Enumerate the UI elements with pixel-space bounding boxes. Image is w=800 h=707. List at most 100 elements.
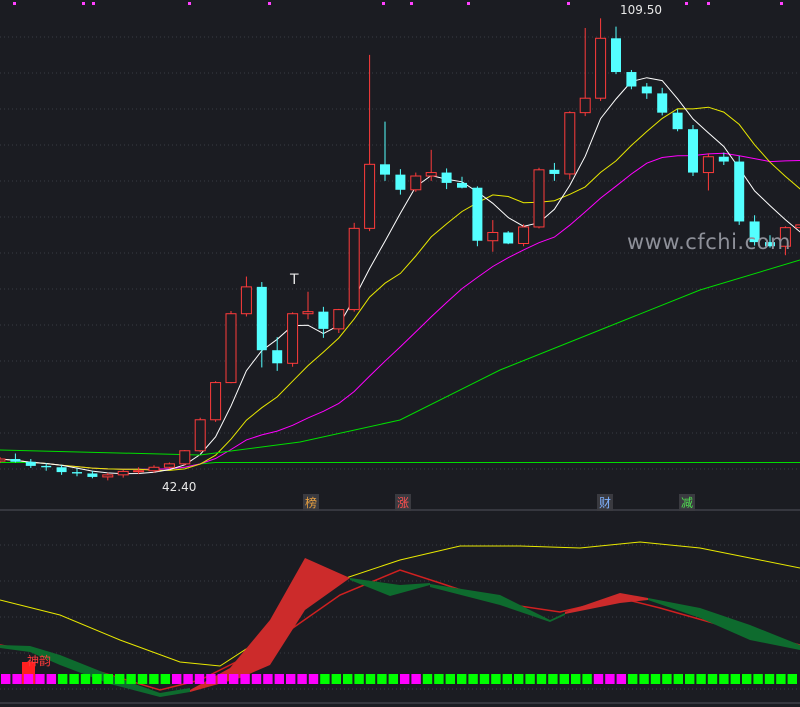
candle-body	[133, 470, 145, 473]
signal-square	[194, 674, 205, 684]
signal-square	[149, 674, 159, 684]
candle-body	[302, 311, 314, 315]
signal-square	[58, 674, 68, 684]
signal-square	[468, 674, 478, 684]
signal-square	[115, 674, 125, 684]
signal-square	[593, 674, 604, 684]
candle-body	[56, 467, 67, 473]
signal-square	[23, 674, 34, 684]
top-marker-dot	[567, 2, 570, 5]
signal-square	[502, 674, 512, 684]
candle-body	[487, 231, 499, 242]
watermark: www.cfchi.com	[627, 230, 791, 254]
candle-body	[657, 93, 668, 113]
signal-square	[628, 674, 638, 684]
signal-square	[673, 674, 683, 684]
signal-square	[776, 674, 786, 684]
indicator-slow-line	[0, 541, 800, 667]
candle-body	[179, 450, 191, 465]
histogram-neg-band	[350, 578, 430, 596]
signal-label: 神韵	[27, 654, 52, 668]
signal-square	[229, 674, 239, 684]
signal-square	[536, 674, 547, 684]
candle-body	[194, 419, 206, 452]
candle-body	[225, 313, 237, 384]
signal-square	[616, 674, 626, 684]
candle-body	[611, 38, 621, 73]
signal-square	[400, 674, 410, 684]
signal-square	[422, 674, 433, 684]
candle-body	[718, 156, 729, 162]
event-tag-bang[interactable]: 榜	[303, 494, 320, 511]
histogram-neg-band	[430, 584, 565, 622]
candle-body	[41, 465, 52, 468]
signal-square	[217, 674, 227, 684]
top-marker-dot	[685, 2, 688, 5]
candle-body	[72, 472, 82, 474]
signal-square	[764, 674, 775, 684]
candle-body	[256, 286, 267, 351]
signal-square	[354, 674, 364, 684]
candle-body	[795, 224, 800, 229]
histogram-pos-band	[190, 558, 350, 692]
candle-body	[472, 187, 483, 241]
signal-square	[753, 674, 763, 684]
event-tag-zhang[interactable]: 涨	[395, 494, 412, 511]
signal-square	[639, 674, 649, 684]
event-tag-jian[interactable]: 减	[679, 494, 696, 511]
top-marker-dot	[82, 2, 85, 5]
histogram-pos-band	[565, 593, 648, 614]
signal-square	[571, 674, 581, 684]
signal-square	[126, 674, 136, 684]
candle-body	[688, 129, 698, 173]
candle-body	[117, 470, 129, 476]
candle-body	[579, 97, 591, 114]
top-marker-dot	[467, 2, 470, 5]
top-marker-dot	[268, 2, 271, 5]
signal-square	[582, 674, 592, 684]
signal-square	[206, 674, 216, 684]
signal-square	[251, 674, 262, 684]
signal-square	[514, 674, 524, 684]
stock-chart	[0, 2, 800, 704]
signal-square	[286, 674, 296, 684]
candle-body	[163, 463, 175, 468]
candle-body	[503, 232, 514, 244]
signal-square	[46, 674, 56, 684]
signal-square	[92, 674, 102, 684]
candle-body	[702, 156, 714, 174]
signal-square	[343, 674, 353, 684]
signal-square	[365, 674, 376, 684]
signal-square	[696, 674, 706, 684]
chart-stage: www.cfchi.com 109.50 42.40 T 神韵 榜 涨 财 减	[0, 0, 800, 707]
candle-body	[272, 350, 283, 364]
candle-body	[672, 112, 683, 130]
signal-square	[730, 674, 740, 684]
signal-square	[274, 674, 284, 684]
candle-body	[364, 163, 376, 229]
signal-square	[434, 674, 444, 684]
signal-square	[525, 674, 535, 684]
event-tag-cai[interactable]: 财	[597, 494, 614, 511]
candle-body	[0, 458, 6, 462]
signal-square	[320, 674, 330, 684]
candle-body	[348, 227, 360, 311]
top-marker-dot	[92, 2, 95, 5]
signal-square	[172, 674, 182, 684]
price-high-label: 109.50	[620, 3, 662, 17]
top-marker-dot	[410, 2, 413, 5]
signal-square	[308, 674, 319, 684]
candle-body	[734, 161, 745, 222]
signal-square	[457, 674, 467, 684]
signal-square	[240, 674, 250, 684]
signal-square	[12, 674, 22, 684]
candle-body	[333, 309, 345, 330]
candle-body	[595, 37, 607, 99]
candle-body	[240, 286, 252, 315]
candle-body	[395, 174, 406, 190]
ma60-line	[0, 462, 800, 470]
signal-square	[445, 674, 455, 684]
ma20-line	[0, 152, 800, 470]
signal-square	[479, 674, 490, 684]
signal-square	[69, 674, 79, 684]
